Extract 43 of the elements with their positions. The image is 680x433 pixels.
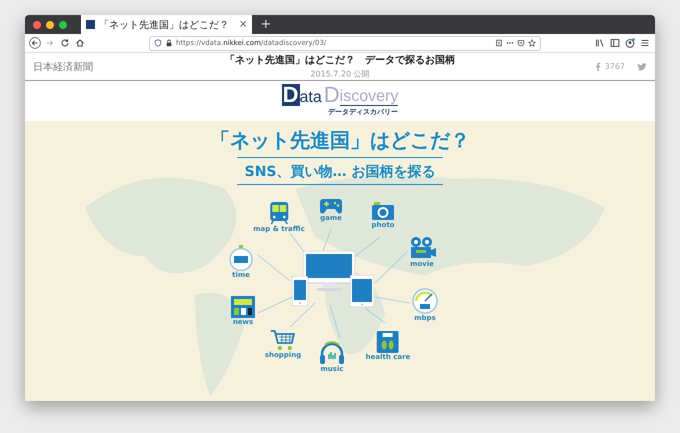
bookmark-star-icon[interactable] xyxy=(528,39,536,47)
speedometer-icon[interactable] xyxy=(411,288,439,314)
train-icon[interactable] xyxy=(268,201,290,225)
connector-line xyxy=(364,308,386,324)
stopwatch-icon[interactable] xyxy=(229,245,253,271)
back-icon[interactable] xyxy=(29,37,41,49)
lock-icon xyxy=(165,39,173,47)
reload-icon[interactable] xyxy=(59,37,71,49)
close-window-icon[interactable] xyxy=(33,20,41,28)
bathroom-scale-icon[interactable] xyxy=(377,331,399,353)
shopping-cart-icon[interactable] xyxy=(270,329,296,351)
connector-line xyxy=(322,228,332,252)
smartphone-icon xyxy=(292,276,308,306)
share-count: 3767 xyxy=(604,62,625,71)
pocket-icon[interactable] xyxy=(517,39,525,47)
home-icon[interactable] xyxy=(74,37,86,49)
site-favicon-icon xyxy=(86,20,95,29)
reader-view-icon[interactable] xyxy=(495,39,503,47)
browser-tab[interactable]: 「ネット先進国」はどこだ？ × xyxy=(81,15,252,34)
connector-line xyxy=(374,296,410,304)
publish-date: 2015.7.20 公開 xyxy=(310,68,370,80)
new-tab-button[interactable]: + xyxy=(252,17,280,32)
connector-line xyxy=(330,304,340,338)
menu-icon[interactable] xyxy=(639,37,651,49)
gamepad-icon[interactable] xyxy=(319,196,343,214)
newspaper-brand[interactable]: 日本経済新聞 xyxy=(33,60,123,74)
article-title: 「ネット先進国」はどこだ？ データで探るお国柄 xyxy=(225,54,455,66)
minimize-window-icon[interactable] xyxy=(46,20,54,28)
newspaper-icon[interactable] xyxy=(231,296,255,318)
library-icon[interactable] xyxy=(594,37,606,49)
camera-icon[interactable] xyxy=(371,201,395,221)
zoom-window-icon[interactable] xyxy=(59,20,67,28)
tab-title: 「ネット先進国」はどこだ？ xyxy=(99,18,229,32)
film-projector-icon[interactable] xyxy=(408,236,436,260)
headline: 「ネット先進国」はどこだ？ xyxy=(210,127,470,154)
shield-icon xyxy=(154,39,162,47)
monitor-icon xyxy=(303,251,355,291)
tablet-icon xyxy=(350,275,374,307)
headphones-icon[interactable] xyxy=(319,341,345,365)
close-tab-button[interactable]: × xyxy=(239,19,248,30)
sidebar-icon[interactable] xyxy=(609,37,621,49)
subheadline: SNS、買い物… お国柄を探る xyxy=(244,164,436,180)
account-icon[interactable] xyxy=(624,37,636,49)
